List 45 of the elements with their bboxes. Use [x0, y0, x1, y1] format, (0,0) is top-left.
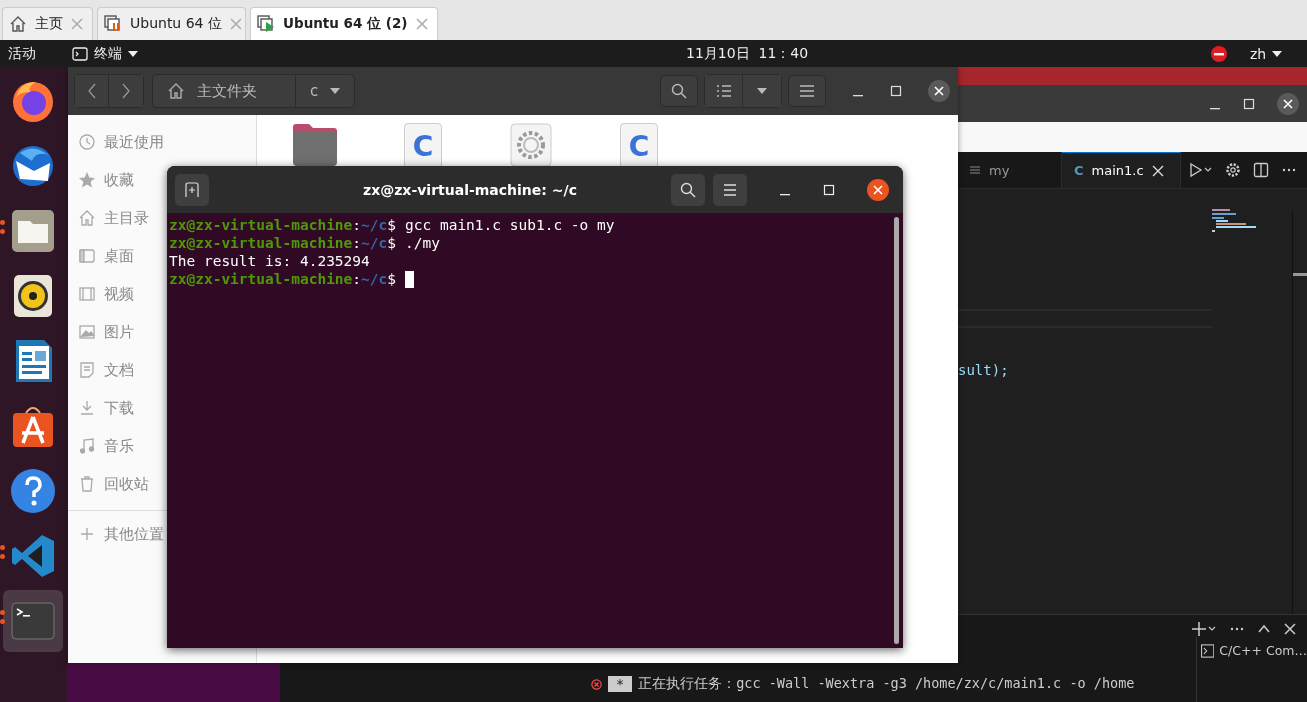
sidebar-item[interactable]: 收藏	[68, 161, 136, 199]
prompt-user: zx@zx-virtual-machine	[169, 216, 353, 234]
prompt-path: ~/c	[361, 216, 388, 234]
prompt-symbol: $	[387, 234, 396, 252]
clock[interactable]: 11月10日 11：40	[686, 44, 809, 63]
language-menu[interactable]: zh	[1250, 45, 1283, 62]
prompt-symbol: $	[387, 270, 396, 288]
tab-label: Ubuntu 64 位 (2)	[283, 15, 408, 33]
prompt-separator: :	[352, 216, 362, 234]
sidebar-item[interactable]: 视频	[68, 275, 136, 313]
prompt-path: ~/c	[361, 234, 388, 252]
status-badge: *	[608, 676, 633, 692]
app-menu[interactable]: 终端	[72, 44, 138, 63]
activities-button[interactable]: 活动	[8, 44, 70, 63]
path-segment[interactable]: 主文件夹	[153, 75, 296, 107]
prompt-separator: :	[352, 270, 362, 288]
sidebar-item[interactable]: 音乐	[68, 427, 136, 465]
prompt-symbol: $	[387, 216, 396, 234]
sidebar-item[interactable]: 文档	[68, 351, 136, 389]
task-output: 正在执行任务：gcc -Wall -Wextra -g3 /home/zx/c/main1.c -o /home	[638, 675, 1135, 693]
file-type-icon: C	[1074, 163, 1084, 178]
browser-tab[interactable]: Ubuntu 64 位 (2)	[250, 7, 438, 40]
prompt-user: zx@zx-virtual-machine	[169, 270, 353, 288]
command-text: gcc main1.c sub1.c -o my	[405, 216, 615, 234]
tab-label: 主页	[35, 15, 63, 33]
other-locations-item[interactable]: 其他位置	[68, 515, 166, 553]
terminal-list-item[interactable]: C/C++ Com…	[1197, 643, 1307, 658]
sidebar-item[interactable]: 主目录	[68, 199, 151, 237]
prompt-separator: :	[352, 234, 362, 252]
browser-tab[interactable]: 主页	[2, 7, 93, 40]
sidebar-item[interactable]: 下载	[68, 389, 136, 427]
sidebar-item[interactable]: 回收站	[68, 465, 151, 503]
prompt-user: zx@zx-virtual-machine	[169, 234, 353, 252]
editor-tab[interactable]: C main1.c	[1062, 152, 1181, 188]
browser-tab[interactable]: Ubuntu 64 位	[97, 7, 246, 40]
path-segment[interactable]: c	[296, 75, 355, 107]
sidebar-item[interactable]: 最近使用	[68, 123, 166, 161]
tab-label: Ubuntu 64 位	[130, 15, 222, 33]
window-title: zx@zx-virtual-machine: ~/c	[362, 181, 578, 198]
sidebar-item[interactable]: 图片	[68, 313, 136, 351]
code-line: sult);	[958, 362, 1009, 378]
sidebar-item[interactable]: 桌面	[68, 237, 136, 275]
command-text: ./my	[405, 234, 440, 252]
output-text: The result is: 4.235294	[169, 252, 370, 270]
prompt-path: ~/c	[361, 270, 388, 288]
